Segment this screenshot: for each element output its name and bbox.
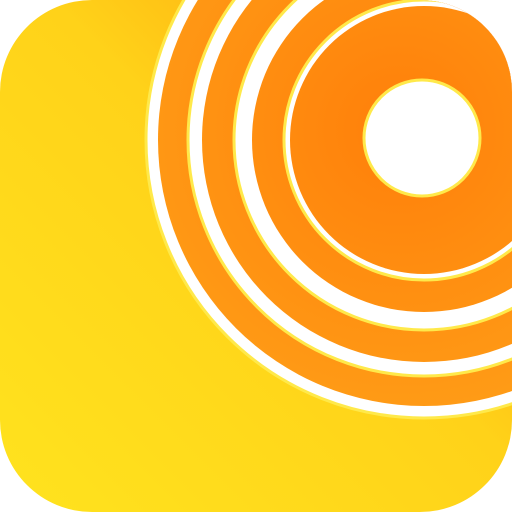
icon-tile xyxy=(0,0,512,512)
app-icon[interactable] xyxy=(0,0,512,512)
concentric-rings-icon xyxy=(0,0,512,512)
center-dot xyxy=(362,78,482,198)
